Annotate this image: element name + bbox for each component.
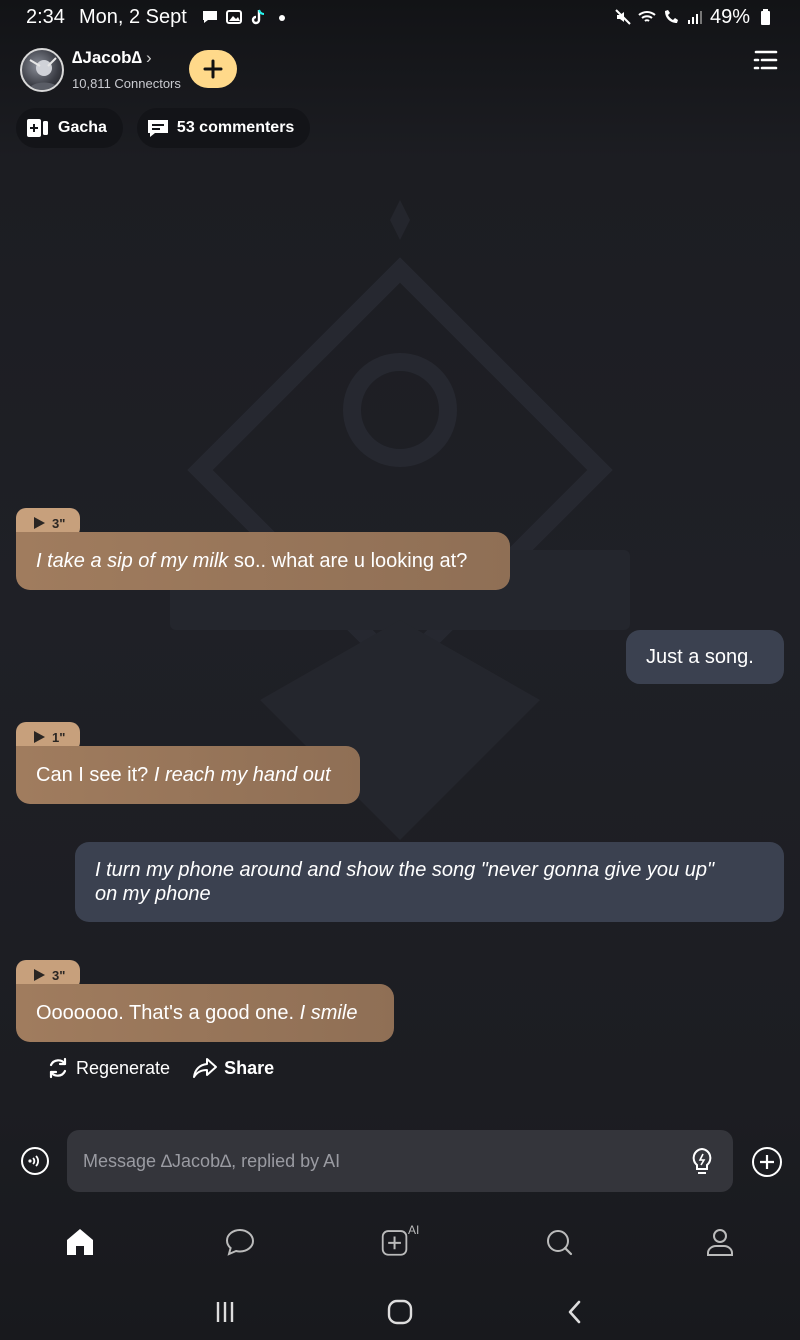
message-text: Just a song. <box>646 645 754 668</box>
message-action-text: I smile <box>299 1001 358 1024</box>
nav-home[interactable] <box>60 1224 100 1260</box>
share-button[interactable]: Share <box>192 1056 274 1080</box>
play-icon <box>34 969 45 981</box>
gallery-notification-icon <box>225 10 242 24</box>
voice-duration: 3" <box>52 967 66 983</box>
voice-duration: 1" <box>52 729 66 745</box>
recent-apps-icon <box>216 1302 234 1322</box>
user-message-bubble[interactable]: I turn my phone around and show the song… <box>75 842 784 922</box>
avatar[interactable] <box>20 48 64 92</box>
profile-icon <box>707 1229 733 1256</box>
share-icon <box>193 1058 218 1078</box>
chat-header: ∆Jacob∆ › 10,811 Connectors <box>20 46 780 98</box>
status-date: Mon, 2 Sept <box>78 5 187 28</box>
follow-button[interactable] <box>189 50 237 88</box>
message-text: Can I see it? <box>36 763 154 786</box>
message-input-box[interactable] <box>67 1130 733 1192</box>
nav-search[interactable] <box>540 1224 580 1260</box>
battery-percent: 49% <box>709 5 750 28</box>
message-text: Ooooooo. That's a good one. <box>36 1001 300 1024</box>
message-text: so.. what are u looking at? <box>228 549 468 572</box>
avatar-image <box>28 57 60 90</box>
more-notifications-dot-icon <box>278 15 285 21</box>
recent-apps-button[interactable] <box>210 1298 240 1326</box>
wifi-calling-icon <box>664 10 678 23</box>
ai-message-bubble[interactable]: I take a sip of my milk so.. what are u … <box>16 532 510 590</box>
chat-bubble-icon <box>225 1228 255 1256</box>
play-icon <box>34 731 45 743</box>
back-button[interactable] <box>560 1298 590 1326</box>
message-action-text: I reach my hand out <box>153 763 331 786</box>
regenerate-label: Regenerate <box>76 1057 171 1078</box>
regenerate-button[interactable]: Regenerate <box>46 1056 170 1080</box>
home-icon <box>67 1229 93 1255</box>
commenters-chip[interactable]: 53 commenters <box>136 108 311 148</box>
refresh-icon <box>49 1057 67 1079</box>
ai-badge: AI <box>408 1223 420 1237</box>
status-right: 49% <box>614 0 774 34</box>
commenters-label: 53 commenters <box>176 119 295 136</box>
mute-icon <box>615 9 631 25</box>
system-navigation <box>0 1280 800 1340</box>
battery-icon <box>761 9 770 25</box>
play-icon <box>34 517 45 529</box>
voice-duration: 3" <box>52 515 66 531</box>
character-name[interactable]: ∆Jacob∆ <box>72 48 142 68</box>
ai-message-bubble[interactable]: Can I see it? I reach my hand out <box>16 746 360 804</box>
chat-notification-icon <box>202 11 217 23</box>
ai-message-bubble[interactable]: Ooooooo. That's a good one. I smile <box>16 984 394 1042</box>
home-system-icon <box>387 1299 413 1325</box>
message-action-text-line1: I turn my phone around and show the song… <box>95 859 715 881</box>
back-arrow-icon <box>568 1300 581 1324</box>
nav-create-ai[interactable]: AI <box>380 1223 420 1260</box>
gacha-card-icon <box>27 119 48 137</box>
message-composer <box>0 1126 800 1196</box>
add-attachment-icon[interactable] <box>751 1146 783 1178</box>
wifi-icon <box>638 11 656 22</box>
home-system-button[interactable] <box>385 1298 415 1326</box>
tiktok-notification-icon <box>251 9 264 25</box>
menu-icon[interactable] <box>752 48 780 76</box>
header-chips: Gacha 53 commenters <box>16 108 311 148</box>
share-label: Share <box>224 1057 275 1078</box>
bottom-navigation: AI <box>0 1212 800 1272</box>
connectors-count: 10,811 Connectors <box>72 76 181 91</box>
message-action-text-line2: on my phone <box>95 883 211 905</box>
message-actions: Regenerate Share <box>46 1056 274 1080</box>
gacha-label: Gacha <box>58 119 107 136</box>
lightbulb-hint-icon[interactable] <box>689 1147 715 1175</box>
status-time: 2:34 <box>26 5 65 28</box>
nav-chats[interactable] <box>220 1224 260 1260</box>
comment-icon <box>147 120 168 137</box>
plus-icon <box>203 59 223 79</box>
message-action-text: I take a sip of my milk <box>36 549 229 572</box>
nav-profile[interactable] <box>700 1224 740 1260</box>
user-message-bubble[interactable]: Just a song. <box>626 630 784 684</box>
voice-mode-icon[interactable] <box>20 1146 50 1176</box>
signal-icon <box>687 11 702 24</box>
message-input[interactable] <box>83 1150 663 1172</box>
search-icon <box>547 1230 573 1256</box>
chevron-right-icon[interactable]: › <box>146 48 152 68</box>
gacha-chip[interactable]: Gacha <box>16 108 123 148</box>
